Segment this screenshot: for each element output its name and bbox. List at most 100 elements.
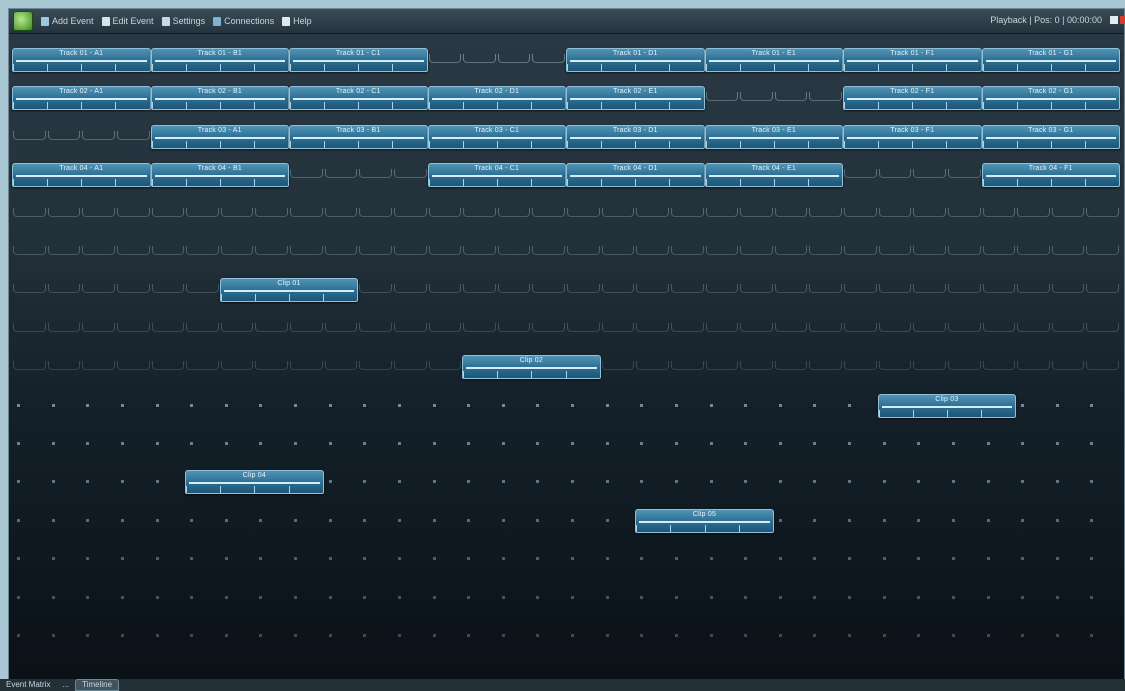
grid-slot-marker[interactable]: [986, 634, 990, 637]
grid-slot-marker[interactable]: [432, 442, 436, 445]
grid-slot-marker[interactable]: [328, 634, 332, 637]
grid-slot-marker[interactable]: [986, 480, 990, 484]
grid-slot-marker[interactable]: [432, 480, 436, 484]
grid-slot-marker[interactable]: [674, 634, 678, 637]
event-block[interactable]: Track 04 - F1: [981, 163, 1120, 188]
grid-slot-marker[interactable]: [1021, 634, 1025, 637]
grid-slot-marker[interactable]: [328, 403, 332, 407]
grid-slot[interactable]: [601, 361, 635, 371]
grid-slot-marker[interactable]: [397, 442, 401, 445]
grid-slot[interactable]: [774, 92, 808, 102]
toolbar-settings-button[interactable]: Settings: [161, 16, 205, 26]
grid-slot-marker[interactable]: [86, 480, 90, 484]
grid-slot-marker[interactable]: [51, 595, 55, 599]
grid-slot-marker[interactable]: [467, 557, 471, 561]
toolbar-help-button[interactable]: Help: [282, 16, 312, 26]
grid-slot-marker[interactable]: [536, 634, 540, 637]
event-block[interactable]: Clip 02: [462, 355, 601, 380]
grid-slot[interactable]: [1051, 322, 1085, 332]
grid-slot-marker[interactable]: [294, 403, 297, 407]
grid-slot-marker[interactable]: [778, 403, 782, 407]
grid-slot-marker[interactable]: [1055, 518, 1059, 522]
grid-slot-marker[interactable]: [501, 480, 505, 484]
grid-slot[interactable]: [290, 322, 323, 332]
event-block[interactable]: Track 03 - B1: [289, 124, 428, 149]
grid-slot-marker[interactable]: [709, 403, 713, 407]
grid-slot-marker[interactable]: [17, 595, 20, 599]
grid-slot[interactable]: [809, 322, 842, 332]
grid-slot-marker[interactable]: [1055, 403, 1059, 407]
grid-slot-marker[interactable]: [397, 557, 401, 561]
grid-slot-marker[interactable]: [640, 595, 644, 599]
grid-slot-marker[interactable]: [432, 557, 436, 561]
grid-slot-marker[interactable]: [86, 557, 90, 561]
grid-slot[interactable]: [636, 207, 669, 217]
grid-slot[interactable]: [463, 207, 496, 217]
grid-slot[interactable]: [947, 361, 981, 371]
grid-slot-marker[interactable]: [848, 480, 851, 484]
grid-slot-marker[interactable]: [1090, 518, 1094, 522]
grid-slot[interactable]: [359, 284, 392, 294]
grid-slot-marker[interactable]: [813, 480, 817, 484]
grid-slot[interactable]: [636, 284, 669, 294]
grid-slot-marker[interactable]: [328, 442, 332, 445]
grid-slot[interactable]: [878, 207, 912, 217]
event-block[interactable]: Clip 01: [219, 278, 359, 303]
grid-slot-marker[interactable]: [1021, 442, 1025, 445]
grid-slot-marker[interactable]: [501, 557, 505, 561]
grid-slot-marker[interactable]: [813, 442, 817, 445]
grid-slot-marker[interactable]: [848, 557, 851, 561]
grid-slot[interactable]: [13, 207, 46, 217]
event-block[interactable]: Clip 03: [877, 393, 1017, 418]
grid-slot[interactable]: [705, 246, 739, 255]
grid-slot[interactable]: [913, 322, 946, 332]
grid-slot-marker[interactable]: [848, 634, 851, 637]
event-block[interactable]: Track 02 - A1: [12, 86, 151, 111]
grid-slot-marker[interactable]: [744, 403, 748, 407]
grid-slot-marker[interactable]: [917, 595, 921, 599]
grid-slot-marker[interactable]: [120, 518, 124, 522]
grid-slot-marker[interactable]: [155, 557, 159, 561]
grid-slot-marker[interactable]: [848, 595, 851, 599]
grid-slot-marker[interactable]: [501, 518, 505, 522]
grid-slot[interactable]: [947, 207, 981, 217]
grid-slot-marker[interactable]: [605, 595, 609, 599]
grid-slot-marker[interactable]: [328, 480, 332, 484]
grid-slot-marker[interactable]: [882, 518, 886, 522]
grid-slot[interactable]: [947, 246, 981, 255]
grid-slot[interactable]: [82, 322, 115, 332]
grid-slot-marker[interactable]: [1055, 557, 1059, 561]
grid-slot-marker[interactable]: [432, 634, 436, 637]
grid-slot-marker[interactable]: [674, 595, 678, 599]
grid-slot-marker[interactable]: [155, 480, 159, 484]
grid-slot[interactable]: [878, 361, 912, 371]
grid-slot[interactable]: [359, 246, 392, 255]
grid-slot-marker[interactable]: [155, 634, 159, 637]
grid-slot-marker[interactable]: [501, 595, 505, 599]
grid-slot[interactable]: [497, 322, 531, 332]
grid-slot-marker[interactable]: [605, 518, 609, 522]
app-logo-icon[interactable]: [13, 11, 33, 31]
grid-slot[interactable]: [982, 322, 1016, 332]
grid-slot[interactable]: [1051, 361, 1085, 371]
grid-slot[interactable]: [774, 246, 808, 255]
grid-slot[interactable]: [809, 92, 842, 102]
grid-slot[interactable]: [13, 130, 46, 140]
grid-slot[interactable]: [844, 207, 877, 217]
grid-slot-marker[interactable]: [640, 480, 644, 484]
grid-slot-marker[interactable]: [397, 480, 401, 484]
grid-slot[interactable]: [255, 246, 288, 255]
grid-slot-marker[interactable]: [882, 442, 886, 445]
grid-slot[interactable]: [809, 284, 842, 294]
grid-slot[interactable]: [116, 322, 150, 332]
grid-slot[interactable]: [567, 322, 600, 332]
grid-slot[interactable]: [670, 284, 704, 294]
grid-slot[interactable]: [13, 284, 46, 294]
toolbar-edit-event-button[interactable]: Edit Event: [101, 16, 154, 26]
grid-slot-marker[interactable]: [744, 442, 748, 445]
grid-slot-marker[interactable]: [709, 557, 713, 561]
grid-slot-marker[interactable]: [1090, 403, 1094, 407]
event-block[interactable]: Track 03 - A1: [150, 124, 289, 149]
grid-slot[interactable]: [740, 207, 773, 217]
grid-slot-marker[interactable]: [709, 634, 713, 637]
